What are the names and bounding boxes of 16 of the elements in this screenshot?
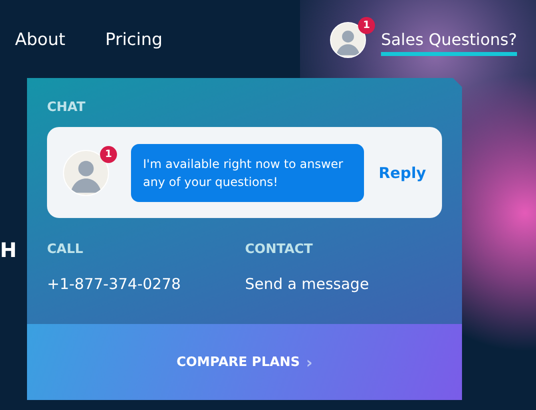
notification-badge: 1	[358, 17, 375, 34]
section-heading: CALL	[47, 242, 84, 257]
reply-link[interactable]: Reply	[378, 164, 426, 182]
notification-badge: 1	[100, 146, 117, 162]
chevron-icon: ›	[306, 352, 313, 372]
chat-bubble: I'm available right now to answer any of your questions!	[131, 144, 364, 202]
section-heading: CHAT	[47, 100, 86, 115]
compare-plans-button[interactable]: COMPARE PLANS ›	[27, 324, 462, 400]
nav-link[interactable]: Pricing	[105, 30, 163, 50]
avatar	[330, 22, 366, 58]
contact-link[interactable]: +1-877-374-0278	[47, 275, 245, 293]
hero-label: H	[0, 238, 17, 262]
sales-questions-link[interactable]: Sales Questions?	[380, 30, 517, 56]
contact-link[interactable]: Send a message	[245, 275, 442, 293]
section-heading: CONTACT	[245, 242, 314, 257]
nav-link[interactable]: About	[15, 30, 66, 50]
